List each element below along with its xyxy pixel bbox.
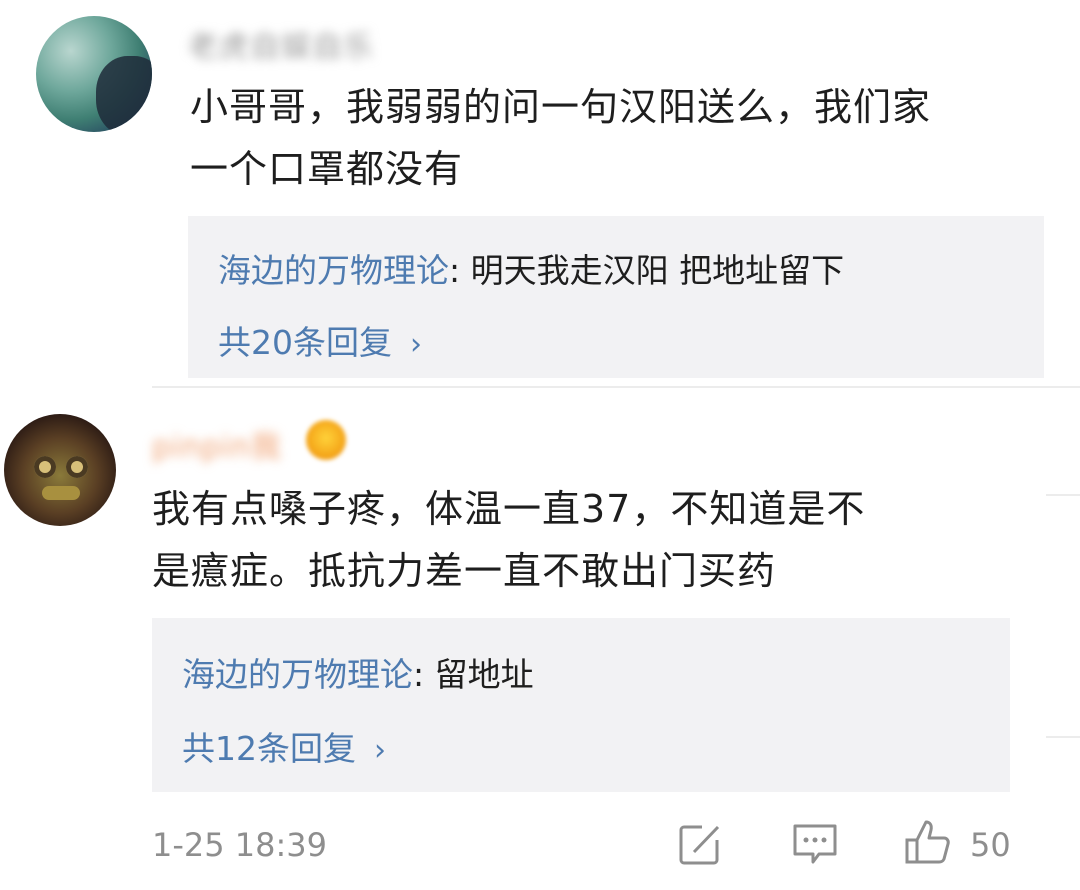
reply-separator: : [449, 251, 471, 290]
reply-count-link[interactable]: 共12条回复 › [182, 722, 386, 770]
reply-preview[interactable]: 海边的万物理论: 明天我走汉阳 把地址留下 共20条回复 › [188, 216, 1044, 378]
divider [1046, 736, 1080, 738]
chevron-right-icon: › [410, 327, 422, 362]
avatar[interactable] [4, 414, 116, 526]
reply-preview[interactable]: 海边的万物理论: 留地址 共12条回复 › [152, 618, 1010, 792]
comment-icon[interactable] [792, 822, 838, 870]
divider [1046, 494, 1080, 496]
reply-author[interactable]: 海边的万物理论 [218, 251, 449, 290]
username[interactable]: pinpin我 [152, 422, 282, 466]
reply-author[interactable]: 海边的万物理论 [182, 655, 413, 694]
like-icon[interactable] [904, 818, 952, 870]
like-count: 50 [970, 826, 1011, 864]
comment-text: 小哥哥，我弱弱的问一句汉阳送么，我们家 一个口罩都没有 [190, 85, 932, 191]
username[interactable]: 老虎自娱自乐 [188, 22, 374, 66]
reply-text: 留地址 [434, 655, 534, 694]
reply-separator: : [413, 655, 435, 694]
repost-icon[interactable] [678, 822, 722, 870]
reply-line: 海边的万物理论: 留地址 [182, 648, 534, 696]
avatar[interactable] [36, 16, 152, 132]
reply-line: 海边的万物理论: 明天我走汉阳 把地址留下 [218, 244, 844, 292]
timestamp: 1-25 18:39 [152, 826, 328, 864]
vip-crown-icon [306, 420, 346, 460]
reply-count-label: 共12条回复 [182, 729, 356, 768]
chevron-right-icon: › [374, 733, 386, 768]
divider [152, 386, 1080, 388]
reply-count-label: 共20条回复 [218, 323, 392, 362]
reply-text: 明天我走汉阳 把地址留下 [470, 251, 845, 290]
comment-text: 我有点嗓子疼，体温一直37，不知道是不 是癔症。抵抗力差一直不敢出门买药 [152, 487, 866, 593]
reply-count-link[interactable]: 共20条回复 › [218, 316, 422, 364]
